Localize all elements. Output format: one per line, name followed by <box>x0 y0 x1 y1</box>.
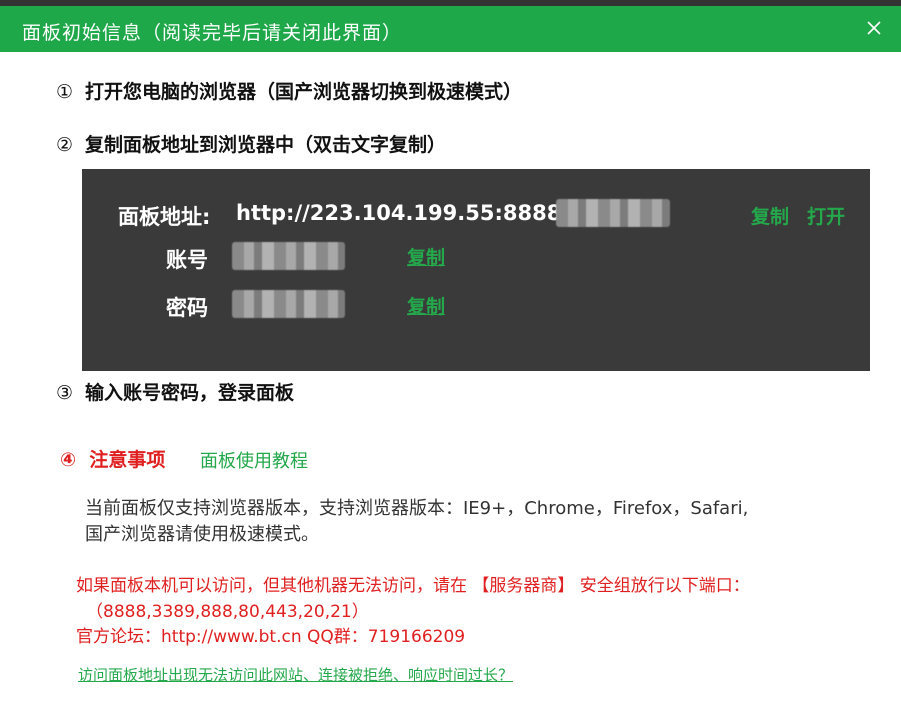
forum-info: 官方论坛：http://www.bt.cn QQ群：719166209 <box>76 627 466 647</box>
copy-password-button[interactable]: 复制 <box>407 292 445 319</box>
address-redacted <box>556 199 670 227</box>
port-list: （8888,3389,888,80,443,20,21） <box>86 602 369 622</box>
dialog-title: 面板初始信息（阅读完毕后请关闭此界面） <box>22 22 403 44</box>
notice-title: 注意事项 <box>89 449 166 471</box>
step-1-text: 打开您电脑的浏览器（国产浏览器切换到极速模式） <box>85 81 523 103</box>
step-3: ③ 输入账号密码，登录面板 <box>56 382 295 404</box>
panel-info-box: 面板地址: http://223.104.199.55:8888/ 复制 打开 … <box>82 169 870 371</box>
account-label: 账号 <box>166 248 208 272</box>
port-notice-line: 如果面板本机可以访问，但其他机器无法访问，请在 【服务器商】 安全组放行以下端口… <box>76 576 750 596</box>
step-2: ② 复制面板地址到浏览器中（双击文字复制） <box>56 134 447 156</box>
account-redacted <box>232 242 345 270</box>
password-label: 密码 <box>166 296 208 320</box>
address-label: 面板地址: <box>118 205 211 229</box>
notice-heading: ④ 注意事项 <box>60 449 166 471</box>
step-3-text: 输入账号密码，登录面板 <box>85 382 295 404</box>
password-redacted <box>232 290 345 318</box>
tutorial-link[interactable]: 面板使用教程 <box>200 447 308 473</box>
open-address-button[interactable]: 打开 <box>807 202 845 229</box>
copy-account-button[interactable]: 复制 <box>407 243 445 270</box>
browser-support-text: 当前面板仅支持浏览器版本，支持浏览器版本：IE9+，Chrome，Firefox… <box>85 498 749 545</box>
address-value[interactable]: http://223.104.199.55:8888/ <box>236 201 569 225</box>
dialog-titlebar: 面板初始信息（阅读完毕后请关闭此界面） <box>0 6 901 52</box>
step-2-text: 复制面板地址到浏览器中（双击文字复制） <box>85 134 447 156</box>
copy-address-button[interactable]: 复制 <box>751 202 789 229</box>
troubleshoot-link[interactable]: 访问面板地址出现无法访问此网站、连接被拒绝、响应时间过长？ <box>78 664 513 685</box>
step-1: ① 打开您电脑的浏览器（国产浏览器切换到极速模式） <box>56 81 523 103</box>
close-icon[interactable] <box>865 19 883 37</box>
